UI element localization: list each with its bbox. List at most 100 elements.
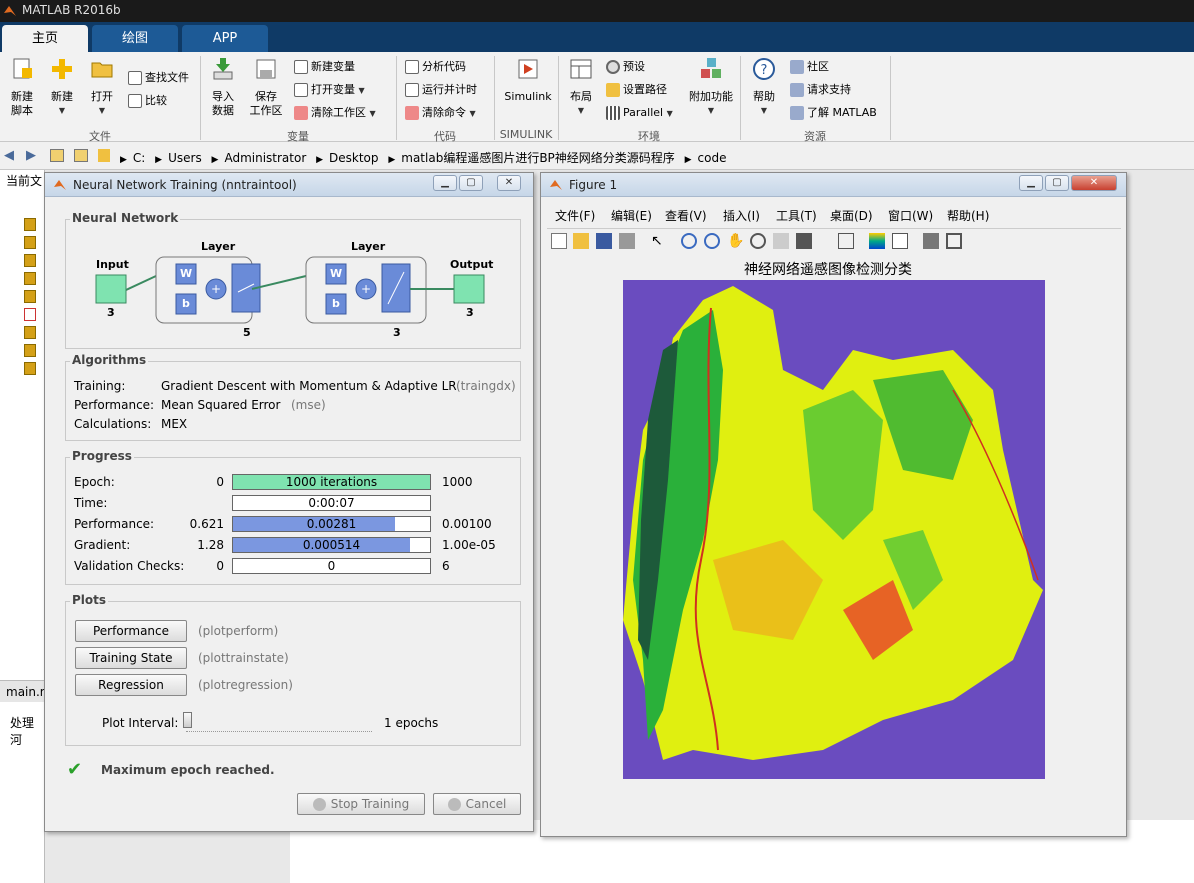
menu-tools[interactable]: 工具(T) xyxy=(776,207,817,224)
file-icon[interactable] xyxy=(24,326,36,339)
preferences-button[interactable]: 预设 xyxy=(606,58,645,76)
plot-training-state-button[interactable]: Training State xyxy=(75,647,187,669)
community-link[interactable]: 社区 xyxy=(790,58,829,76)
brush-icon[interactable] xyxy=(796,233,812,249)
training-label: Training: xyxy=(74,379,126,393)
clear-commands-button[interactable]: 清除命令 ▼ xyxy=(405,104,476,122)
import-data-button[interactable]: 导入 数据 xyxy=(206,56,240,118)
pointer-icon[interactable]: ↖ xyxy=(651,233,667,249)
algorithms-title: Algorithms xyxy=(70,353,149,367)
plot-interval-slider[interactable] xyxy=(186,720,372,732)
zoom-out-icon[interactable] xyxy=(704,233,720,249)
layer1-label: Layer xyxy=(201,240,236,253)
breadcrumb-item[interactable]: Users xyxy=(168,151,202,165)
save-icon[interactable] xyxy=(596,233,612,249)
print-icon[interactable] xyxy=(619,233,635,249)
layout-button[interactable]: 布局 ▼ xyxy=(564,56,598,118)
slider-thumb[interactable] xyxy=(183,712,192,728)
tab-home[interactable]: 主页 xyxy=(2,25,88,52)
plot-regression-button[interactable]: Regression xyxy=(75,674,187,696)
save-workspace-button[interactable]: 保存 工作区 xyxy=(246,56,286,118)
file-icon[interactable] xyxy=(24,344,36,357)
up-folder-icon[interactable] xyxy=(50,149,64,162)
back-arrow-icon[interactable]: ◀ xyxy=(4,148,14,163)
simulink-button[interactable]: Simulink xyxy=(502,56,554,104)
browse-folder-icon[interactable] xyxy=(74,149,88,162)
maximize-button[interactable]: ▢ xyxy=(1045,175,1069,191)
menu-insert[interactable]: 插入(I) xyxy=(723,207,760,224)
breadcrumb-item[interactable]: Administrator xyxy=(224,151,306,165)
minimize-button[interactable]: ▁ xyxy=(433,175,457,191)
menu-edit[interactable]: 编辑(E) xyxy=(611,207,652,224)
learn-matlab-link[interactable]: 了解 MATLAB xyxy=(790,104,877,122)
file-icon[interactable] xyxy=(24,308,36,321)
editor-tab[interactable]: main.m xyxy=(0,680,52,702)
set-path-button[interactable]: 设置路径 xyxy=(606,81,667,99)
layout-label: 布局 xyxy=(570,90,592,103)
open-button[interactable]: 打开 ▼ xyxy=(86,56,118,118)
open-file-icon[interactable] xyxy=(573,233,589,249)
maximize-button[interactable]: ▢ xyxy=(459,175,483,191)
minimize-button[interactable]: ▁ xyxy=(1019,175,1043,191)
file-icon[interactable] xyxy=(24,362,36,375)
colorbar-icon[interactable] xyxy=(869,233,885,249)
svg-text:?: ? xyxy=(761,63,768,78)
help-button[interactable]: ? 帮助 ▼ xyxy=(748,56,780,118)
menu-view[interactable]: 查看(V) xyxy=(665,207,707,224)
menu-help[interactable]: 帮助(H) xyxy=(947,207,989,224)
breadcrumb-separator: ▶ xyxy=(120,155,127,165)
new-script-button[interactable]: 新建 脚本 xyxy=(6,56,38,118)
file-icon[interactable] xyxy=(24,218,36,231)
file-icon[interactable] xyxy=(24,236,36,249)
plot-performance-button[interactable]: Performance xyxy=(75,620,187,642)
clear-workspace-button[interactable]: 清除工作区 ▼ xyxy=(294,104,376,122)
stop-training-button[interactable]: Stop Training xyxy=(297,793,425,815)
forward-arrow-icon[interactable]: ▶ xyxy=(26,148,36,163)
request-support-link[interactable]: 请求支持 xyxy=(790,81,851,99)
breadcrumb-item[interactable]: Desktop xyxy=(329,151,379,165)
menu-desktop[interactable]: 桌面(D) xyxy=(830,207,873,224)
progress-row-label: Time: xyxy=(74,496,108,510)
analyze-label: 分析代码 xyxy=(422,60,466,73)
show-plot-tools-icon[interactable] xyxy=(946,233,962,249)
parallel-button[interactable]: Parallel ▼ xyxy=(606,104,673,122)
zoom-in-icon[interactable] xyxy=(681,233,697,249)
pan-hand-icon[interactable]: ✋ xyxy=(727,233,744,249)
rotate-icon[interactable] xyxy=(750,233,766,249)
close-button[interactable]: ✕ xyxy=(497,175,521,191)
tab-apps[interactable]: APP xyxy=(182,25,268,52)
breadcrumb-item[interactable]: matlab编程遥感图片进行BP神经网络分类源码程序 xyxy=(401,151,675,165)
preferences-label: 预设 xyxy=(623,60,645,73)
file-icon[interactable] xyxy=(24,272,36,285)
addons-button[interactable]: 附加功能 ▼ xyxy=(688,56,734,118)
breadcrumb-item[interactable]: C: xyxy=(133,151,145,165)
menu-window[interactable]: 窗口(W) xyxy=(888,207,933,224)
new-figure-icon[interactable] xyxy=(551,233,567,249)
plot-title: 神经网络遥感图像检测分类 xyxy=(744,262,912,278)
file-icon[interactable] xyxy=(24,290,36,303)
progress-bar: 0.00281 xyxy=(232,516,431,532)
new-button[interactable]: 新建 ▼ xyxy=(46,56,78,118)
new-variable-button[interactable]: 新建变量 xyxy=(294,58,355,76)
cancel-button[interactable]: Cancel xyxy=(433,793,521,815)
legend-icon[interactable] xyxy=(892,233,908,249)
tab-plots[interactable]: 绘图 xyxy=(92,25,178,52)
find-files-button[interactable]: 查找文件 xyxy=(128,69,189,87)
plot-performance-function: (plotperform) xyxy=(198,624,279,638)
open-variable-button[interactable]: 打开变量 ▼ xyxy=(294,81,365,99)
plots-panel: Plots Performance (plotperform) Training… xyxy=(65,593,521,746)
breadcrumb-item[interactable]: code xyxy=(698,151,727,165)
hide-plot-tools-icon[interactable] xyxy=(923,233,939,249)
file-icon[interactable] xyxy=(24,254,36,267)
layer2-label: Layer xyxy=(351,240,386,253)
compare-button[interactable]: 比较 xyxy=(128,92,167,110)
link-plot-icon[interactable] xyxy=(838,233,854,249)
run-time-button[interactable]: 运行并计时 xyxy=(405,81,477,99)
open-label: 打开 xyxy=(91,90,113,103)
menu-file[interactable]: 文件(F) xyxy=(555,207,595,224)
data-cursor-icon[interactable] xyxy=(773,233,789,249)
analyze-icon xyxy=(405,60,419,74)
close-button[interactable]: ✕ xyxy=(1071,175,1117,191)
progress-bar: 0 xyxy=(232,558,431,574)
analyze-code-button[interactable]: 分析代码 xyxy=(405,58,466,76)
